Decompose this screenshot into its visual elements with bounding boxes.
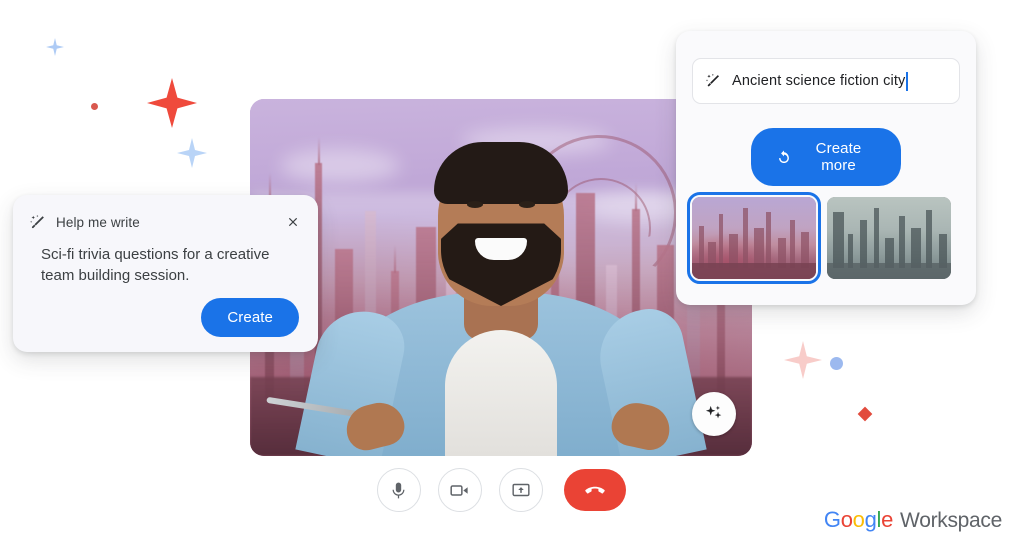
pink-sci-fi-city-thumbnail[interactable] bbox=[687, 192, 821, 284]
sparkle-large-red-icon bbox=[147, 78, 197, 128]
camera-button[interactable] bbox=[437, 468, 482, 512]
create-more-button[interactable]: Create more bbox=[751, 128, 901, 186]
sparkle-small-blue-icon bbox=[46, 38, 64, 56]
image-generation-card[interactable]: Ancient science fiction city Create more bbox=[676, 31, 976, 305]
create-button[interactable]: Create bbox=[201, 298, 299, 337]
text-cursor bbox=[906, 71, 909, 91]
refresh-icon bbox=[779, 150, 789, 163]
magic-wand-icon bbox=[706, 73, 719, 87]
end-call-button[interactable] bbox=[563, 469, 626, 511]
microphone-button[interactable] bbox=[376, 468, 421, 512]
google-wordmark: Google bbox=[823, 507, 894, 532]
magic-wand-icon bbox=[30, 214, 44, 228]
call-control-bar bbox=[250, 468, 752, 512]
help-me-write-card[interactable]: Help me write Sci-fi trivia questions fo… bbox=[13, 195, 318, 352]
diamond-small-red-icon bbox=[857, 406, 873, 422]
promo-illustration-canvas: Help me write Sci-fi trivia questions fo… bbox=[0, 0, 1024, 547]
video-camera-icon bbox=[450, 484, 468, 496]
microphone-icon bbox=[392, 482, 405, 498]
prompt-input[interactable]: Ancient science fiction city bbox=[692, 58, 960, 104]
suite-name: Workspace bbox=[900, 509, 1002, 532]
dot-small-red-icon bbox=[91, 103, 98, 110]
present-screen-button[interactable] bbox=[498, 468, 543, 512]
close-icon bbox=[288, 217, 298, 227]
sparkle-medium-blue-icon bbox=[177, 138, 207, 168]
google-workspace-logo: Google Workspace bbox=[824, 507, 1002, 533]
generated-image-results bbox=[687, 192, 951, 284]
dot-medium-blue-icon bbox=[830, 357, 843, 370]
phone-hangup-icon bbox=[584, 486, 605, 494]
sparkle-medium-pink-icon bbox=[784, 341, 822, 379]
present-screen-icon bbox=[511, 483, 530, 497]
help-me-write-header: Help me write bbox=[13, 195, 318, 233]
draft-text: Sci-fi trivia questions for a creative t… bbox=[41, 246, 270, 285]
visual-effects-button[interactable] bbox=[692, 392, 736, 436]
gray-sci-fi-city-thumbnail[interactable] bbox=[827, 197, 951, 279]
close-button[interactable] bbox=[282, 211, 304, 233]
create-more-label: Create more bbox=[815, 140, 862, 174]
help-me-write-title: Help me write bbox=[56, 214, 140, 230]
sparkle-icon bbox=[705, 405, 722, 419]
prompt-value: Ancient science fiction city bbox=[732, 73, 906, 89]
